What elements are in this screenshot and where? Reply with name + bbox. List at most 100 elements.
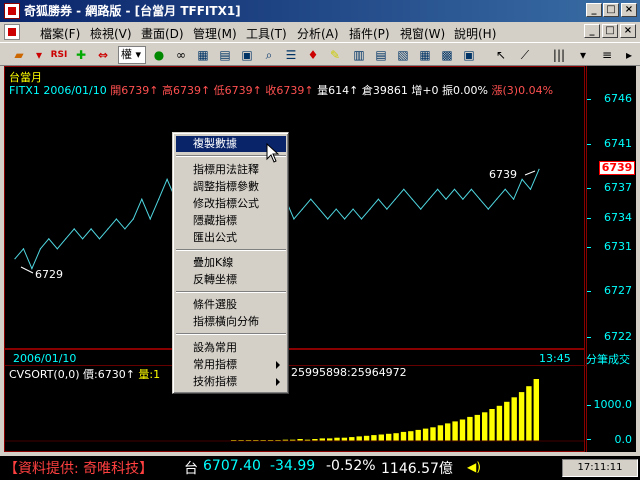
menu-file[interactable]: 檔案(F) <box>40 25 80 42</box>
menu-export-formula[interactable]: 匯出公式 <box>176 230 286 246</box>
menu-plugins[interactable]: 插件(P) <box>349 25 390 42</box>
search-icon[interactable]: ⌕ <box>260 46 278 64</box>
price-panel[interactable]: 台當月 FITX1 2006/01/10 開6739↑ 高6739↑ 低6739… <box>4 66 585 349</box>
menu-analysis[interactable]: 分析(A) <box>297 25 339 42</box>
volume-bar <box>437 425 444 441</box>
volume-bar <box>526 386 532 441</box>
price-point <box>437 188 439 190</box>
price-point <box>369 208 371 210</box>
menu-condition-select[interactable]: 條件選股 <box>176 297 286 313</box>
tile-icon[interactable]: ▦ <box>416 46 434 64</box>
align-icon[interactable]: ≡ <box>598 46 616 64</box>
price-line-chart[interactable] <box>5 67 584 348</box>
app-icon[interactable] <box>4 3 20 19</box>
more-icon[interactable]: ▸ <box>620 46 638 64</box>
alarm-icon[interactable]: ♦ <box>304 46 322 64</box>
mdi-minimize-button[interactable]: _ <box>584 24 600 38</box>
close-button[interactable]: × <box>621 3 637 17</box>
sound-icon[interactable]: ◀) <box>467 460 481 474</box>
volume-bar <box>533 379 539 441</box>
volume-bar <box>489 409 495 441</box>
lower-axis-label: 分筆成交 <box>586 353 630 366</box>
volume-bar <box>378 434 384 441</box>
volume-bar <box>349 437 355 441</box>
maximize-button[interactable]: □ <box>603 3 619 17</box>
menu-help[interactable]: 說明(H) <box>454 25 496 42</box>
menu-indicator-distribution[interactable]: 指標橫向分佈 <box>176 314 286 330</box>
price-point <box>411 198 413 200</box>
menu-indicator-notes[interactable]: 指標用法註釋 <box>176 162 286 178</box>
volume-bar <box>356 436 362 441</box>
mdi-restore-button[interactable]: □ <box>602 24 618 38</box>
period-select[interactable]: 權 ▾ <box>118 46 146 64</box>
document-icon[interactable] <box>4 24 20 40</box>
mouse-pointer-icon <box>266 143 280 163</box>
minimize-button[interactable]: _ <box>586 3 602 17</box>
context-menu: 複製數據 指標用法註釋 調整指標參數 修改指標公式 隱藏指標 匯出公式 疊加K線… <box>172 132 289 394</box>
menu-technical-indicators[interactable]: 技術指標 <box>176 374 286 390</box>
price-point <box>496 198 498 200</box>
volume-panel[interactable]: 2006/01/10 13:45 CVSORT(0,0) 價:6730↑ 量:1… <box>4 349 586 452</box>
volume-bar <box>422 428 429 441</box>
rsi-icon[interactable]: RSI <box>50 46 68 64</box>
menu-manage[interactable]: 管理(M) <box>193 25 237 42</box>
arrows-icon[interactable]: ⇔ <box>94 46 112 64</box>
table-icon[interactable]: ▦ <box>194 46 212 64</box>
chart-icon[interactable]: ▤ <box>216 46 234 64</box>
line-icon[interactable]: ⟋ <box>516 46 534 64</box>
price-point <box>445 198 447 200</box>
pen-icon[interactable]: ✎ <box>326 46 344 64</box>
grid-icon[interactable]: ▥ <box>350 46 368 64</box>
dropdown-icon[interactable]: ▾ <box>30 46 48 64</box>
period-select-value: 權 <box>121 48 132 61</box>
price-point <box>73 228 75 230</box>
menu-set-favorite[interactable]: 設為常用 <box>176 340 286 356</box>
frame-icon[interactable]: ▩ <box>438 46 456 64</box>
menu-common-indicators[interactable]: 常用指標 <box>176 357 286 373</box>
price-point <box>48 238 50 240</box>
menu-edit-formula[interactable]: 修改指標公式 <box>176 196 286 212</box>
annotation-high: 6739 <box>489 168 517 181</box>
volume-bar <box>386 433 392 441</box>
menu-tools[interactable]: 工具(T) <box>246 25 287 42</box>
price-point <box>513 198 515 200</box>
indicator-icon[interactable]: ● <box>150 46 168 64</box>
menu-view[interactable]: 檢視(V) <box>90 25 132 42</box>
price-point <box>386 208 388 210</box>
price-point <box>22 248 25 250</box>
price-point <box>420 208 422 210</box>
menu-technical-indicators-label: 技術指標 <box>193 375 237 388</box>
mdi-close-button[interactable]: × <box>620 24 636 38</box>
vol-tick: 0.0 <box>614 433 633 446</box>
volume-bar <box>393 433 399 441</box>
volume-bar <box>459 419 466 441</box>
window-icon[interactable]: ▣ <box>238 46 256 64</box>
crosshair-icon[interactable]: ✚ <box>72 46 90 64</box>
menu-overlay-kline[interactable]: 疊加K線 <box>176 255 286 271</box>
panel-icon[interactable]: ▧ <box>394 46 412 64</box>
menu-window[interactable]: 視窗(W) <box>400 25 445 42</box>
chart-window[interactable]: 台當月 FITX1 2006/01/10 開6739↑ 高6739↑ 低6739… <box>4 66 636 452</box>
bars-icon[interactable]: ||| <box>550 46 568 64</box>
volume-bar <box>408 431 414 441</box>
price-point <box>394 198 396 200</box>
open-icon[interactable]: ▰ <box>10 46 28 64</box>
menu-screen[interactable]: 畫面(D) <box>141 25 184 42</box>
menu-reverse-axis[interactable]: 反轉坐標 <box>176 272 286 288</box>
price-point <box>56 248 58 250</box>
price-point <box>65 238 67 240</box>
price-point <box>428 198 430 200</box>
layout-icon[interactable]: ▤ <box>372 46 390 64</box>
menu-hide-indicator[interactable]: 隱藏指標 <box>176 213 286 229</box>
price-point <box>301 208 303 210</box>
cursor-icon[interactable]: ↖ <box>492 46 510 64</box>
list-icon[interactable]: ☰ <box>282 46 300 64</box>
glasses-icon[interactable]: ∞ <box>172 46 190 64</box>
dropdown-arrow-icon[interactable]: ▾ <box>574 46 592 64</box>
index-name: 台 <box>184 461 198 477</box>
volume-bar <box>415 429 421 441</box>
menu-adjust-params[interactable]: 調整指標參數 <box>176 179 286 195</box>
price-point <box>90 228 92 230</box>
volume-bar <box>371 435 377 441</box>
box-icon[interactable]: ▣ <box>460 46 478 64</box>
